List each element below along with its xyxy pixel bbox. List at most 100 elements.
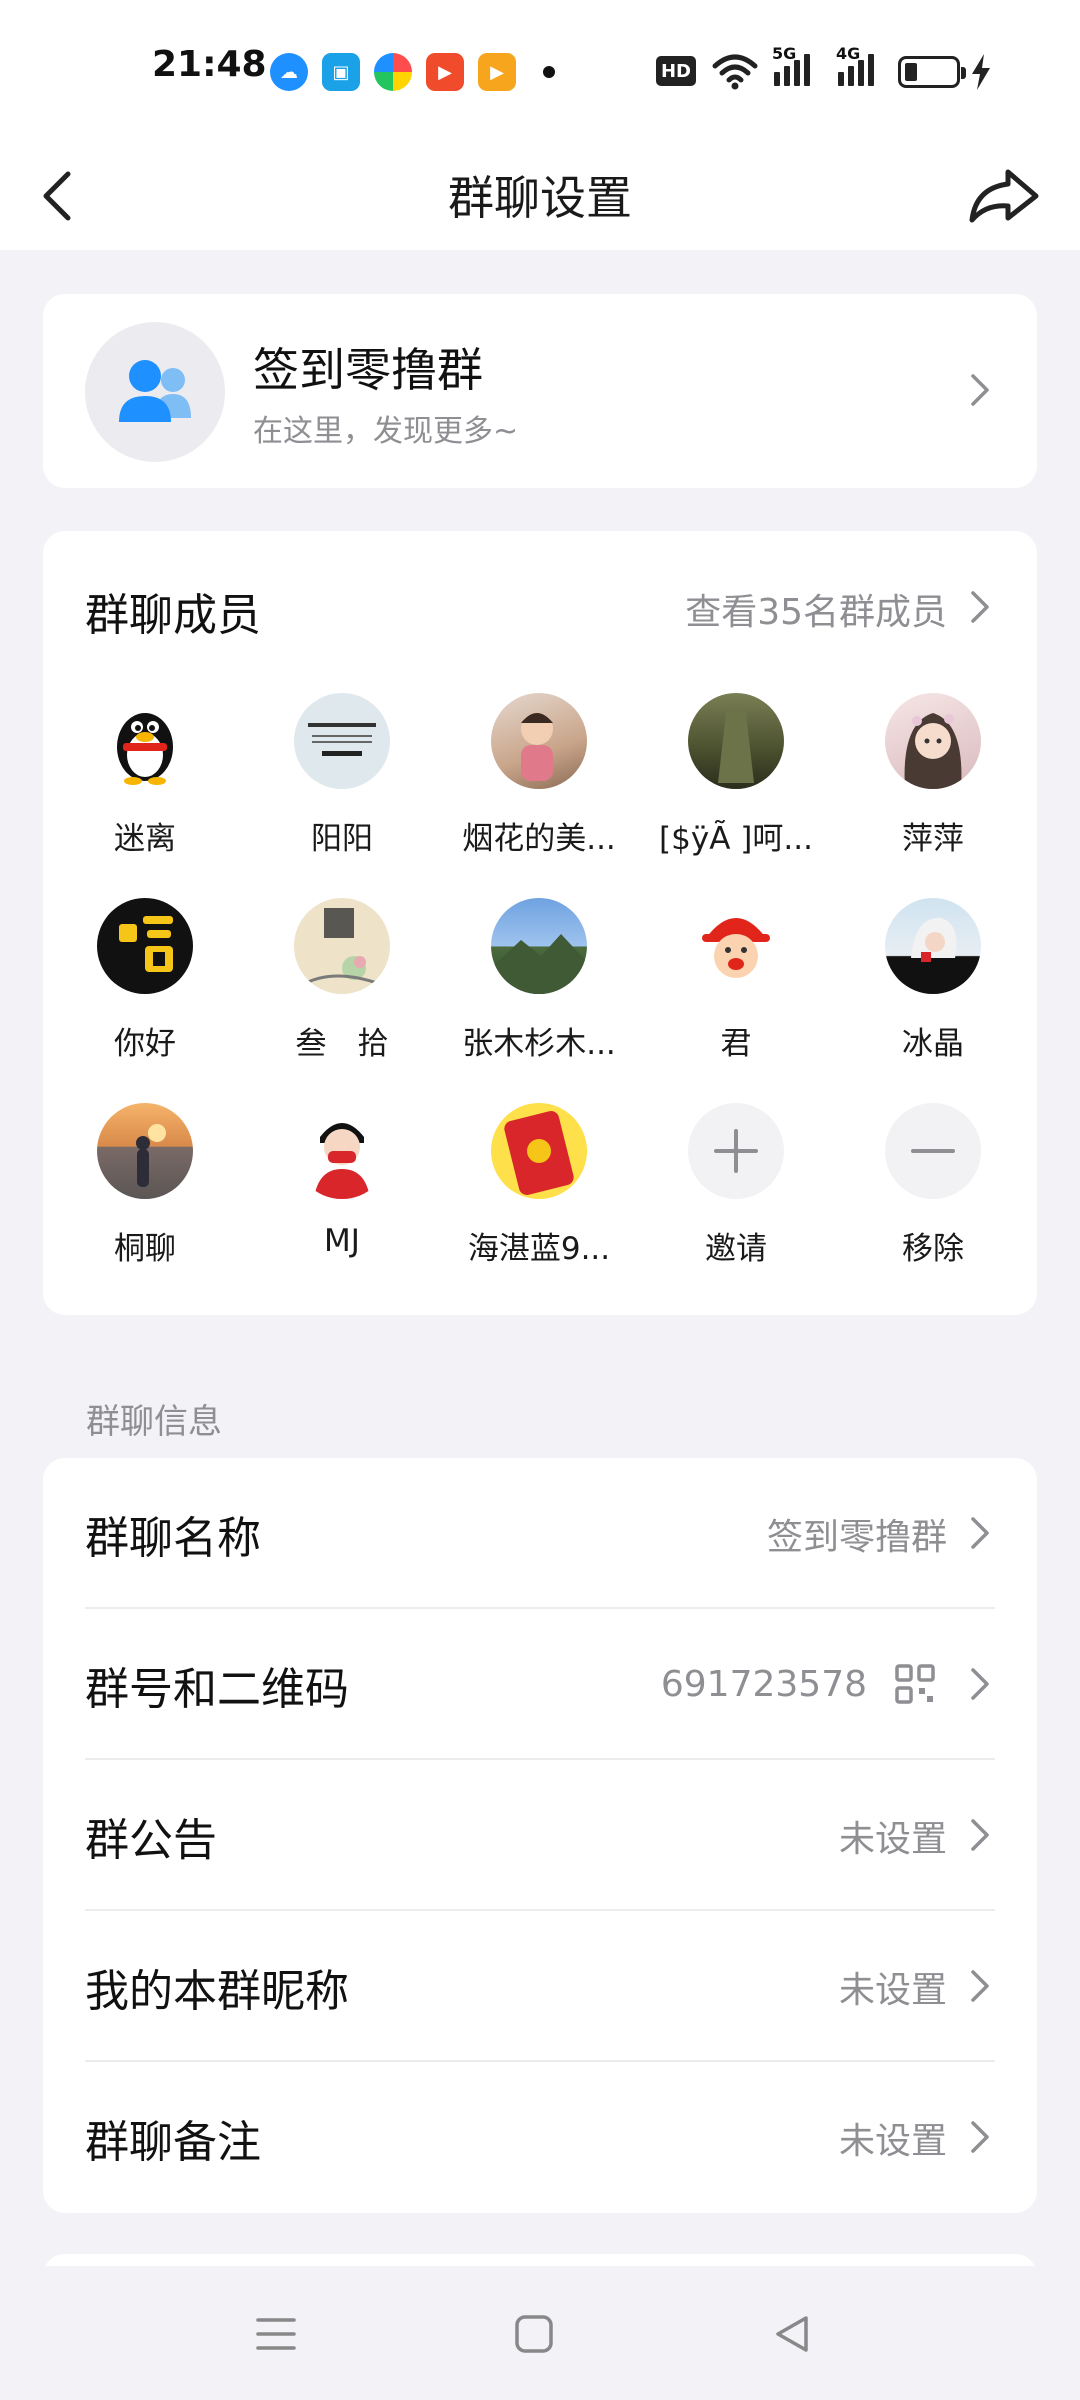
- member-name: 张木杉木...: [462, 1026, 616, 1062]
- member-item[interactable]: 萍萍: [848, 693, 1018, 873]
- members-card: 群聊成员 查看35名群成员 迷离 阳阳 烟花的美... [$ÿÃ]呵... 萍…: [43, 531, 1037, 1315]
- chevron-right-icon: [971, 374, 989, 406]
- hd-voice-icon: HD: [656, 56, 696, 86]
- anime-character-icon: [911, 917, 957, 962]
- member-item[interactable]: MJ: [257, 1103, 427, 1283]
- member-avatar: [491, 693, 587, 789]
- member-item[interactable]: [$ÿÃ ]呵...: [651, 693, 821, 873]
- wifi-icon: [712, 54, 758, 90]
- row-value: 未设置: [838, 1969, 947, 2011]
- member-item[interactable]: 烟花的美...: [454, 693, 624, 873]
- member-item[interactable]: 桐聊: [60, 1103, 230, 1283]
- row-group-number-qr[interactable]: 群号和二维码 691723578: [43, 1609, 1037, 1760]
- member-avatar: [885, 693, 981, 789]
- menu-icon[interactable]: [248, 2306, 304, 2362]
- minus-icon: [885, 1103, 981, 1199]
- member-item[interactable]: 阳阳: [257, 693, 427, 873]
- chevron-right-icon: [971, 1819, 989, 1851]
- row-value: 691723578: [660, 1664, 867, 1705]
- member-avatar: [97, 693, 193, 789]
- battery-icon: [898, 56, 966, 88]
- member-avatar: [294, 898, 390, 994]
- row-group-name[interactable]: 群聊名称 签到零撸群: [43, 1458, 1037, 1609]
- member-name: 君: [720, 1026, 752, 1062]
- section-title-group-info: 群聊信息: [86, 1402, 222, 1442]
- media-play-icon: ▶: [478, 53, 516, 91]
- row-label: 我的本群昵称: [85, 1965, 349, 2017]
- member-item[interactable]: 海湛蓝9...: [454, 1103, 624, 1283]
- member-item[interactable]: 冰晶: [848, 898, 1018, 1078]
- member-item[interactable]: 叁 拾: [257, 898, 427, 1078]
- member-name: 你好: [114, 1026, 176, 1062]
- member-name: 桐聊: [114, 1231, 176, 1267]
- group-avatar: [85, 322, 225, 462]
- ha-character-icon: [119, 916, 173, 972]
- group-info-card: 群聊名称 签到零撸群 群号和二维码 691723578 群公告 未设置 我的本群…: [43, 1458, 1037, 2213]
- charging-icon: [972, 54, 990, 90]
- back-arrow-icon[interactable]: [28, 160, 98, 230]
- row-value: 签到零撸群: [766, 1516, 947, 1558]
- qr-code-icon: [895, 1664, 935, 1704]
- chevron-right-icon[interactable]: [965, 587, 995, 627]
- member-name: 海湛蓝9...: [467, 1231, 611, 1267]
- remove-label: 移除: [902, 1231, 964, 1267]
- page-title: 群聊设置: [448, 171, 632, 225]
- group-people-icon: [119, 360, 191, 422]
- member-avatar: [491, 1103, 587, 1199]
- member-name: MJ: [324, 1223, 360, 1259]
- invite-label: 邀请: [705, 1231, 767, 1267]
- member-avatar: [97, 898, 193, 994]
- row-value: 未设置: [838, 2120, 947, 2162]
- chevron-right-icon: [971, 1668, 989, 1700]
- row-value: 未设置: [838, 1818, 947, 1860]
- member-name: 迷离: [114, 821, 176, 857]
- row-label: 群号和二维码: [85, 1663, 349, 1715]
- signal-4g-icon: 4G: [836, 44, 886, 86]
- chevron-right-icon: [971, 1517, 989, 1549]
- child-photo-icon: [521, 713, 553, 781]
- group-profile-card[interactable]: 签到零撸群 在这里，发现更多~: [43, 294, 1037, 488]
- row-group-announcement[interactable]: 群公告 未设置: [43, 1760, 1037, 1911]
- qq-browser-icon: ☁: [270, 53, 308, 91]
- cartoon-boy-icon: [702, 918, 770, 978]
- masked-boy-icon: [314, 1123, 370, 1199]
- view-all-members-link[interactable]: 查看35名群成员: [685, 583, 947, 635]
- chevron-right-icon: [971, 1970, 989, 2002]
- member-item[interactable]: 迷离: [60, 693, 230, 873]
- member-avatar: [491, 898, 587, 994]
- share-icon[interactable]: [964, 158, 1044, 234]
- group-name: 签到零撸群: [253, 343, 483, 397]
- home-square-icon[interactable]: [506, 2306, 562, 2362]
- member-avatar: [294, 1103, 390, 1199]
- member-item[interactable]: 君: [651, 898, 821, 1078]
- member-name: 萍萍: [902, 821, 964, 857]
- row-my-group-nickname[interactable]: 我的本群昵称 未设置: [43, 1911, 1037, 2062]
- video-play-icon: ▶: [426, 53, 464, 91]
- nav-bar: 群聊设置: [0, 140, 1080, 250]
- status-bar: 21:48 ☁ ▣ ▶ ▶ HD 5G 4G: [0, 0, 1080, 140]
- red-envelope-icon: [504, 1111, 574, 1195]
- remove-member-button[interactable]: 移除: [848, 1103, 1018, 1283]
- plus-icon: [688, 1103, 784, 1199]
- member-item[interactable]: 张木杉木...: [454, 898, 624, 1078]
- back-triangle-icon[interactable]: [764, 2306, 820, 2362]
- row-label: 群聊名称: [85, 1512, 261, 1564]
- mountain-photo-icon: [491, 934, 587, 994]
- member-name: 冰晶: [902, 1026, 964, 1062]
- member-avatar: [688, 898, 784, 994]
- system-navigation-bar: [0, 2266, 1080, 2400]
- member-name: 叁 拾: [295, 1026, 389, 1062]
- member-avatar: [885, 898, 981, 994]
- sunset-person-photo-icon: [136, 1124, 166, 1187]
- tab-icon: ▣: [322, 53, 360, 91]
- row-group-remark[interactable]: 群聊备注 未设置: [43, 2062, 1037, 2213]
- member-item[interactable]: 你好: [60, 898, 230, 1078]
- chevron-right-icon: [971, 2121, 989, 2153]
- member-avatar: [97, 1103, 193, 1199]
- invite-member-button[interactable]: 邀请: [651, 1103, 821, 1283]
- anime-girl-icon: [904, 713, 962, 789]
- signal-5g-icon: 5G: [772, 44, 822, 86]
- member-name: 烟花的美...: [462, 821, 616, 857]
- members-title: 群聊成员: [85, 590, 261, 641]
- row-label: 群公告: [85, 1814, 217, 1866]
